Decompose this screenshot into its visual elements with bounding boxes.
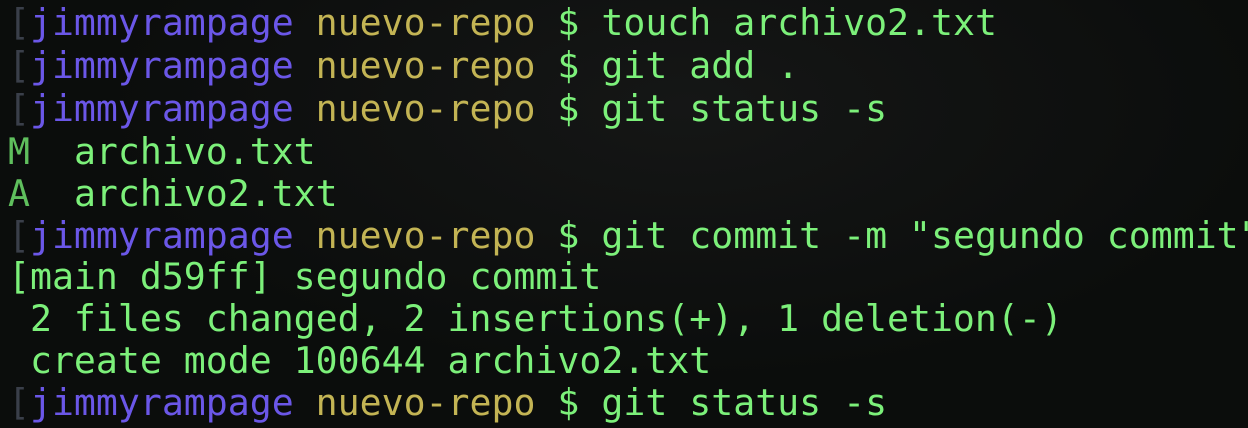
prompt-repo: nuevo-repo — [315, 381, 536, 424]
prompt-user: jimmyrampage — [29, 44, 294, 87]
prompt-symbol: $ — [557, 44, 580, 87]
command-text: git status -s — [601, 87, 888, 130]
prompt-line: [jimmyrampage nuevo-repo $ git status -s — [8, 382, 887, 424]
command-text: git commit -m "segundo commit" — [601, 214, 1248, 257]
terminal-window[interactable]: [jimmyrampage nuevo-repo $ touch archivo… — [0, 0, 1248, 428]
prompt-repo: nuevo-repo — [315, 44, 536, 87]
output-line: create mode 100644 archivo2.txt — [8, 340, 711, 382]
command-text: git status -s — [601, 381, 888, 424]
prompt-user: jimmyrampage — [29, 1, 294, 44]
status-code: A — [8, 172, 30, 215]
prompt-line: [jimmyrampage nuevo-repo $ git commit -m… — [8, 215, 1248, 257]
prompt-bracket: [ — [8, 44, 30, 87]
prompt-line: [jimmyrampage nuevo-repo $ git status -s — [8, 88, 887, 130]
output-text: 2 files changed, 2 insertions(+), 1 dele… — [8, 297, 1063, 340]
prompt-bracket: [ — [8, 87, 30, 130]
status-code: M — [8, 130, 30, 173]
prompt-repo: nuevo-repo — [315, 214, 536, 257]
prompt-bracket: [ — [8, 381, 30, 424]
prompt-user: jimmyrampage — [29, 87, 294, 130]
command-text: git add . — [601, 44, 800, 87]
prompt-symbol: $ — [557, 87, 580, 130]
prompt-user: jimmyrampage — [29, 214, 294, 257]
output-line: [main d59ff] segundo commit — [8, 256, 601, 298]
prompt-line: [jimmyrampage nuevo-repo $ touch archivo… — [8, 2, 997, 44]
prompt-line: [jimmyrampage nuevo-repo $ git add . — [8, 45, 799, 87]
prompt-symbol: $ — [557, 1, 580, 44]
prompt-bracket: [ — [8, 214, 30, 257]
prompt-repo: nuevo-repo — [315, 87, 536, 130]
output-text: create mode 100644 archivo2.txt — [8, 339, 712, 382]
status-line: M archivo.txt — [8, 131, 316, 173]
prompt-bracket: [ — [8, 1, 30, 44]
prompt-user: jimmyrampage — [29, 381, 294, 424]
prompt-symbol: $ — [557, 214, 580, 257]
output-line: 2 files changed, 2 insertions(+), 1 dele… — [8, 298, 1063, 340]
output-text: [main d59ff] segundo commit — [8, 255, 602, 298]
prompt-repo: nuevo-repo — [315, 1, 536, 44]
status-file: archivo.txt — [73, 130, 316, 173]
status-file: archivo2.txt — [73, 172, 338, 215]
prompt-symbol: $ — [557, 381, 580, 424]
status-line: A archivo2.txt — [8, 173, 338, 215]
command-text: touch archivo2.txt — [601, 1, 997, 44]
